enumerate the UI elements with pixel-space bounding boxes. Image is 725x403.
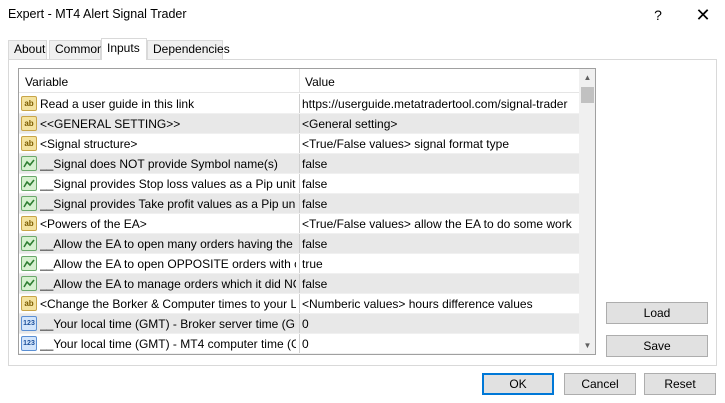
tab-common[interactable]: Common <box>49 40 104 59</box>
table-row[interactable]: ab <Change the Borker & Computer times to… <box>19 294 579 314</box>
string-param-icon: ab <box>21 116 37 131</box>
value-cell[interactable]: false <box>302 237 577 251</box>
ok-button[interactable]: OK <box>482 373 554 395</box>
value-cell[interactable]: false <box>302 277 577 291</box>
variable-cell: <Powers of the EA> <box>40 217 147 231</box>
value-cell[interactable]: false <box>302 157 577 171</box>
table-row[interactable]: __Signal does NOT provide Symbol name(s)… <box>19 154 579 174</box>
load-button[interactable]: Load <box>606 302 708 324</box>
table-row[interactable]: 123 __Your local time (GMT) - MT4 compute… <box>19 334 579 354</box>
cell-divider <box>299 154 300 174</box>
value-cell[interactable]: <True/False values> allow the EA to do s… <box>302 217 577 231</box>
variable-cell: __Signal does NOT provide Symbol name(s) <box>40 157 278 171</box>
cell-divider <box>299 294 300 314</box>
column-header-variable[interactable]: Variable <box>25 75 68 89</box>
variable-cell: __Allow the EA to open OPPOSITE orders w… <box>40 257 296 271</box>
scroll-down-icon[interactable]: ▼ <box>579 337 595 354</box>
variable-cell: <<GENERAL SETTING>> <box>40 117 181 131</box>
tab-about[interactable]: About <box>8 40 47 59</box>
close-button[interactable]: ✕ <box>690 3 716 27</box>
cell-divider <box>299 134 300 154</box>
row-divider <box>19 353 579 354</box>
string-param-icon: ab <box>21 296 37 311</box>
cancel-button[interactable]: Cancel <box>564 373 636 395</box>
cell-divider <box>299 114 300 134</box>
value-cell[interactable]: https://userguide.metatradertool.com/sig… <box>302 97 577 111</box>
number-param-icon: 123 <box>21 316 37 331</box>
cell-divider <box>299 334 300 354</box>
value-cell[interactable]: 0 <box>302 337 577 351</box>
title-bar: Expert - MT4 Alert Signal Trader ? ✕ <box>0 0 725 30</box>
value-cell[interactable]: <General setting> <box>302 117 577 131</box>
tab-dependencies[interactable]: Dependencies <box>147 40 230 59</box>
bool-param-icon <box>21 176 37 191</box>
bool-param-icon <box>21 276 37 291</box>
cell-divider <box>299 314 300 334</box>
string-param-icon: ab <box>21 96 37 111</box>
value-cell[interactable]: <True/False values> signal format type <box>302 137 577 151</box>
value-cell[interactable]: false <box>302 197 577 211</box>
reset-button[interactable]: Reset <box>644 373 716 395</box>
grid-header: Variable Value <box>19 69 579 93</box>
cell-divider <box>299 94 300 114</box>
table-row[interactable]: ab Read a user guide in this link https://… <box>19 94 579 114</box>
table-row[interactable]: __Allow the EA to manage orders which it… <box>19 274 579 294</box>
help-button[interactable]: ? <box>645 3 671 27</box>
column-header-value[interactable]: Value <box>305 75 335 89</box>
variable-cell: __Your local time (GMT) - MT4 computer t… <box>40 337 296 351</box>
cell-divider <box>299 274 300 294</box>
tab-inputs[interactable]: Inputs <box>101 38 147 60</box>
variable-cell: <Change the Borker & Computer times to y… <box>40 297 296 311</box>
cell-divider <box>299 254 300 274</box>
window-title: Expert - MT4 Alert Signal Trader <box>8 7 187 21</box>
string-param-icon: ab <box>21 216 37 231</box>
value-cell[interactable]: <Numberic values> hours difference value… <box>302 297 577 311</box>
variable-cell: __Signal provides Stop loss values as a … <box>40 177 296 191</box>
scroll-up-icon[interactable]: ▲ <box>579 69 595 86</box>
table-row[interactable]: __Allow the EA to open OPPOSITE orders w… <box>19 254 579 274</box>
table-row[interactable]: 123 __Your local time (GMT) - Broker serv… <box>19 314 579 334</box>
bool-param-icon <box>21 196 37 211</box>
inputs-grid: Variable Value ab Read a user guide in th… <box>18 68 596 355</box>
cell-divider <box>299 194 300 214</box>
value-cell[interactable]: false <box>302 177 577 191</box>
bool-param-icon <box>21 256 37 271</box>
variable-cell: __Allow the EA to open many orders havin… <box>40 237 296 251</box>
table-row[interactable]: __Allow the EA to open many orders havin… <box>19 234 579 254</box>
variable-cell: __Your local time (GMT) - Broker server … <box>40 317 296 331</box>
value-cell[interactable]: true <box>302 257 577 271</box>
vertical-scrollbar[interactable]: ▲ ▼ <box>579 69 595 354</box>
cell-divider <box>299 214 300 234</box>
variable-cell: <Signal structure> <box>40 137 138 151</box>
bool-param-icon <box>21 236 37 251</box>
table-row[interactable]: __Signal provides Stop loss values as a … <box>19 174 579 194</box>
variable-cell: Read a user guide in this link <box>40 97 195 111</box>
number-param-icon: 123 <box>21 336 37 351</box>
save-button[interactable]: Save <box>606 335 708 357</box>
cell-divider <box>299 234 300 254</box>
variable-cell: __Signal provides Take profit values as … <box>40 197 296 211</box>
table-row[interactable]: ab <<GENERAL SETTING>> <General setting> <box>19 114 579 134</box>
scroll-thumb[interactable] <box>581 87 594 103</box>
string-param-icon: ab <box>21 136 37 151</box>
table-row[interactable]: ab <Signal structure> <True/False values> … <box>19 134 579 154</box>
value-cell[interactable]: 0 <box>302 317 577 331</box>
table-row[interactable]: __Signal provides Take profit values as … <box>19 194 579 214</box>
table-row[interactable]: ab <Powers of the EA> <True/False values> … <box>19 214 579 234</box>
column-divider[interactable] <box>299 69 300 93</box>
cell-divider <box>299 174 300 194</box>
bool-param-icon <box>21 156 37 171</box>
variable-cell: __Allow the EA to manage orders which it… <box>40 277 296 291</box>
